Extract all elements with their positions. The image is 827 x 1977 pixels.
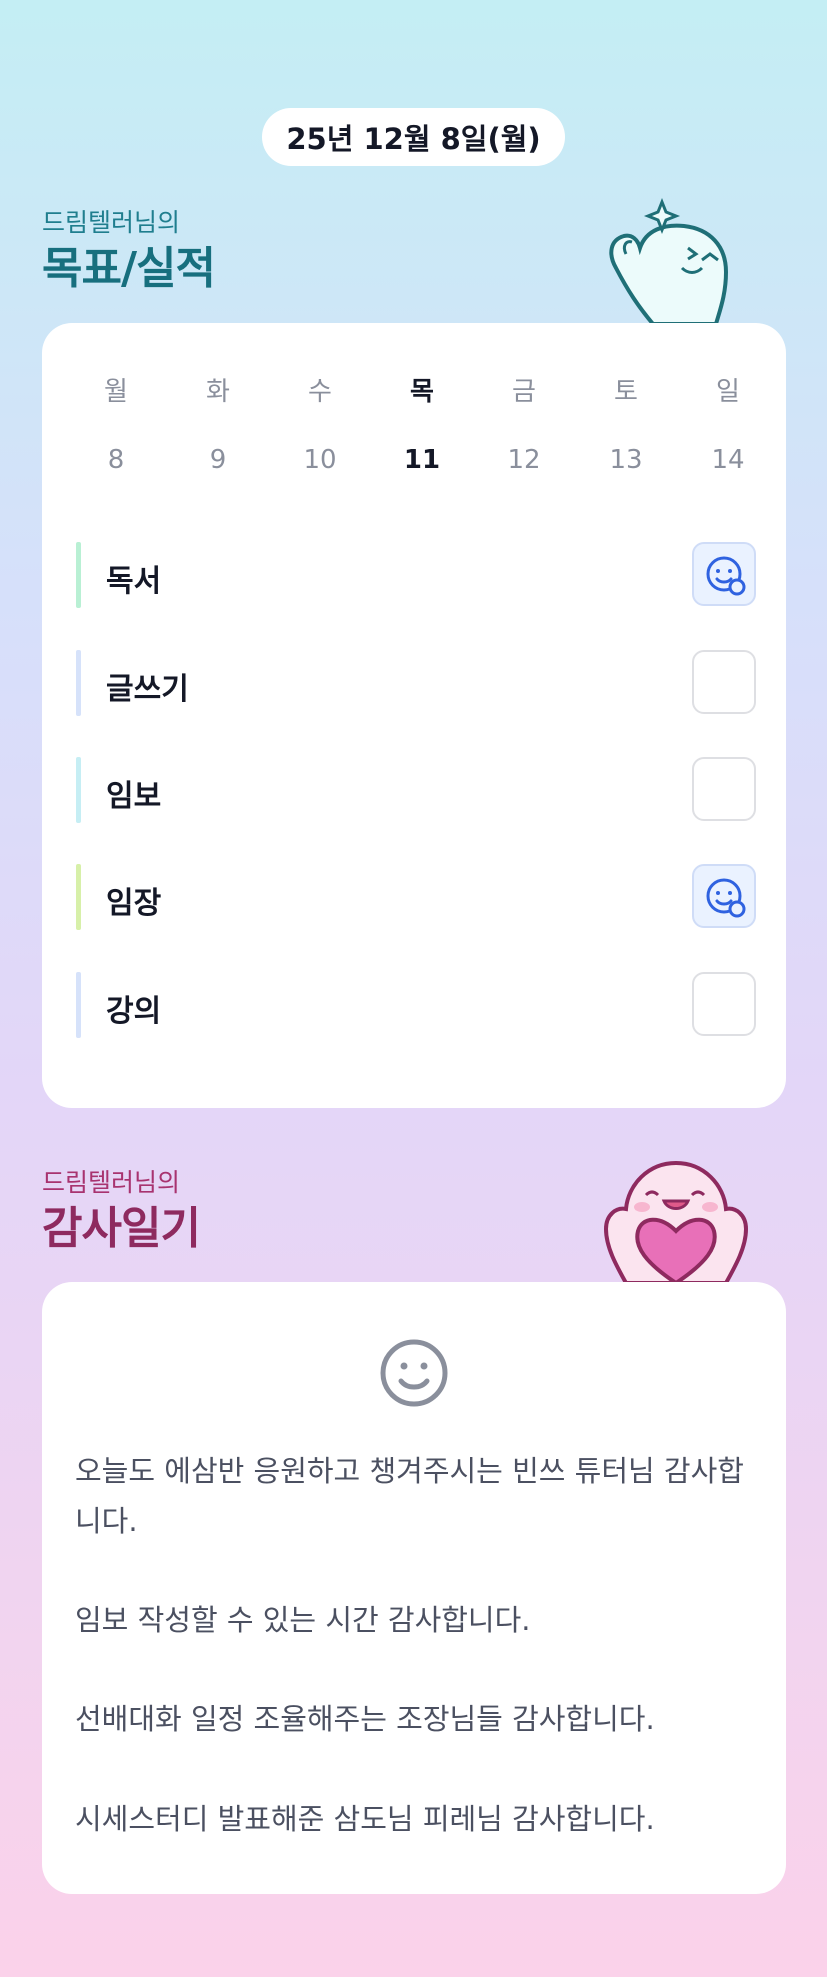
goal-item-imjang: 임장 <box>76 864 756 930</box>
smile-face-icon <box>380 1339 448 1407</box>
goal-label: 독서 <box>106 564 162 599</box>
goal-color-bar <box>76 650 81 716</box>
weekday-fri[interactable]: 금 <box>473 371 575 408</box>
goals-card: 월 화 수 목 금 토 일 8 9 10 11 12 13 14 독서 글쓰기 <box>42 323 786 1108</box>
goal-item-imbo: 임보 <box>76 757 756 823</box>
weekday-wed[interactable]: 수 <box>269 371 371 408</box>
goal-label: 글쓰기 <box>106 672 189 707</box>
date-12[interactable]: 12 <box>473 445 575 475</box>
date-9[interactable]: 9 <box>167 445 269 475</box>
date-10[interactable]: 10 <box>269 445 371 475</box>
thanks-card: 오늘도 에삼반 응원하고 챙겨주시는 빈쓰 튜터님 감사합니다. 임보 작성할 … <box>42 1282 786 1894</box>
goal-item-reading: 독서 <box>76 542 756 608</box>
thanks-title: 감사일기 <box>42 1203 201 1254</box>
weekday-mon[interactable]: 월 <box>65 371 167 408</box>
goals-title: 목표/실적 <box>42 243 216 294</box>
goal-label: 임장 <box>106 886 162 921</box>
goal-checkbox[interactable] <box>692 864 756 928</box>
date-label: 25년 12월 8일(월) <box>286 122 541 156</box>
goal-item-lecture: 강의 <box>76 972 756 1038</box>
date-11[interactable]: 11 <box>371 445 473 475</box>
weekday-sun[interactable]: 일 <box>677 371 779 408</box>
goal-color-bar <box>76 757 81 823</box>
goal-color-bar <box>76 864 81 930</box>
date-selector[interactable]: 25년 12월 8일(월) <box>262 108 565 166</box>
thanks-entry: 임보 작성할 수 있는 시간 감사합니다. <box>75 1603 531 1637</box>
date-14[interactable]: 14 <box>677 445 779 475</box>
thanks-entry: 시세스터디 발표해준 삼도님 피레님 감사합니다. <box>75 1802 655 1836</box>
goal-color-bar <box>76 972 81 1038</box>
goal-label: 임보 <box>106 779 162 814</box>
goal-label: 강의 <box>106 994 162 1029</box>
weekday-thu[interactable]: 목 <box>371 371 473 408</box>
thanks-entry: 오늘도 에삼반 응원하고 챙겨주시는 빈쓰 튜터님 감사합니다. <box>75 1454 744 1538</box>
mascot-cheer-illustration <box>609 197 729 326</box>
goal-color-bar <box>76 542 81 608</box>
date-row: 8 9 10 11 12 13 14 <box>42 445 786 475</box>
goal-item-writing: 글쓰기 <box>76 650 756 716</box>
goal-checkbox[interactable] <box>692 972 756 1036</box>
date-8[interactable]: 8 <box>65 445 167 475</box>
mascot-heart-illustration <box>603 1160 749 1285</box>
goal-checkbox[interactable] <box>692 650 756 714</box>
weekday-row: 월 화 수 목 금 토 일 <box>42 371 786 408</box>
thanks-entry: 선배대화 일정 조율해주는 조장님들 감사합니다. <box>75 1702 655 1736</box>
goal-checkbox[interactable] <box>692 757 756 821</box>
weekday-tue[interactable]: 화 <box>167 371 269 408</box>
date-13[interactable]: 13 <box>575 445 677 475</box>
smile-check-icon <box>706 878 746 918</box>
weekday-sat[interactable]: 토 <box>575 371 677 408</box>
smile-check-icon <box>706 556 746 596</box>
goal-checkbox[interactable] <box>692 542 756 606</box>
